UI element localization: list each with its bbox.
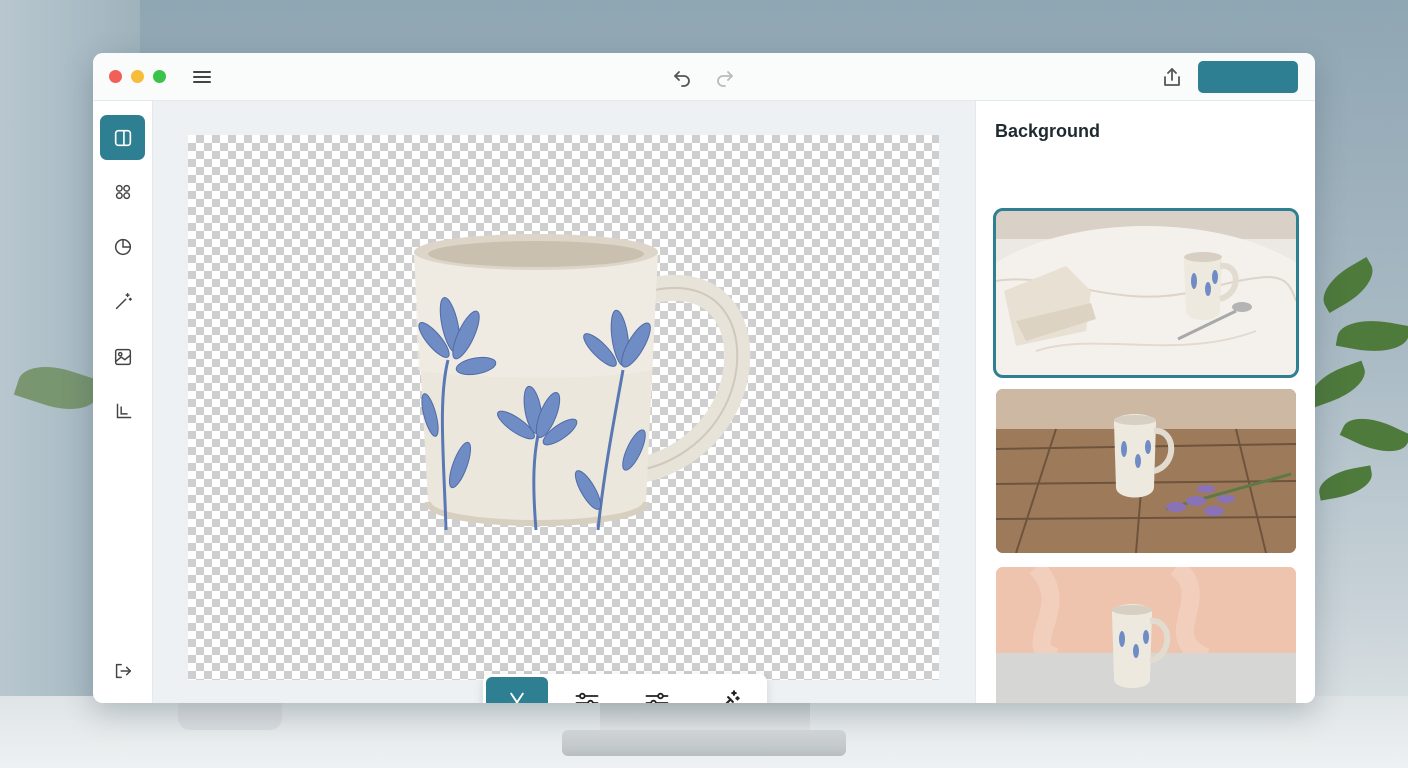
title-bar — [93, 53, 1315, 101]
left-tool-rail — [93, 101, 153, 703]
share-icon[interactable] — [1160, 65, 1184, 89]
image-icon[interactable] — [100, 334, 145, 379]
zoom-window-button[interactable] — [153, 70, 166, 83]
crop-icon[interactable] — [100, 389, 145, 434]
minimize-window-button[interactable] — [131, 70, 144, 83]
magic-wand-icon[interactable] — [100, 279, 145, 324]
monitor-stand-neck — [600, 700, 810, 734]
sliders-alt-icon[interactable] — [626, 677, 688, 703]
primary-action-button[interactable] — [1198, 61, 1298, 93]
canvas-area — [153, 101, 975, 703]
canvas-toolbar — [483, 674, 767, 703]
transparent-canvas[interactable] — [188, 135, 939, 680]
mug-cutout-image[interactable] — [408, 230, 768, 540]
undo-icon[interactable] — [670, 65, 694, 89]
layout-panel-icon[interactable] — [100, 115, 145, 160]
scissors-icon[interactable] — [486, 677, 548, 703]
background-thumbnail-marble[interactable] — [993, 208, 1299, 378]
background-thumbnail-wood[interactable] — [996, 389, 1296, 553]
logout-icon[interactable] — [100, 648, 145, 693]
magic-wand-icon[interactable] — [696, 677, 758, 703]
panel-title: Background — [995, 121, 1101, 141]
background-thumbnail-peach[interactable] — [996, 567, 1296, 703]
speaker — [178, 700, 282, 730]
hamburger-menu-icon[interactable] — [191, 66, 213, 88]
pie-chart-icon[interactable] — [100, 224, 145, 269]
sliders-icon[interactable] — [556, 677, 618, 703]
close-window-button[interactable] — [109, 70, 122, 83]
command-icon[interactable] — [100, 169, 145, 214]
app-window: Background — [93, 53, 1315, 703]
background-panel: Background — [975, 101, 1315, 703]
monitor-stand-base — [562, 730, 846, 756]
redo-icon[interactable] — [713, 65, 737, 89]
